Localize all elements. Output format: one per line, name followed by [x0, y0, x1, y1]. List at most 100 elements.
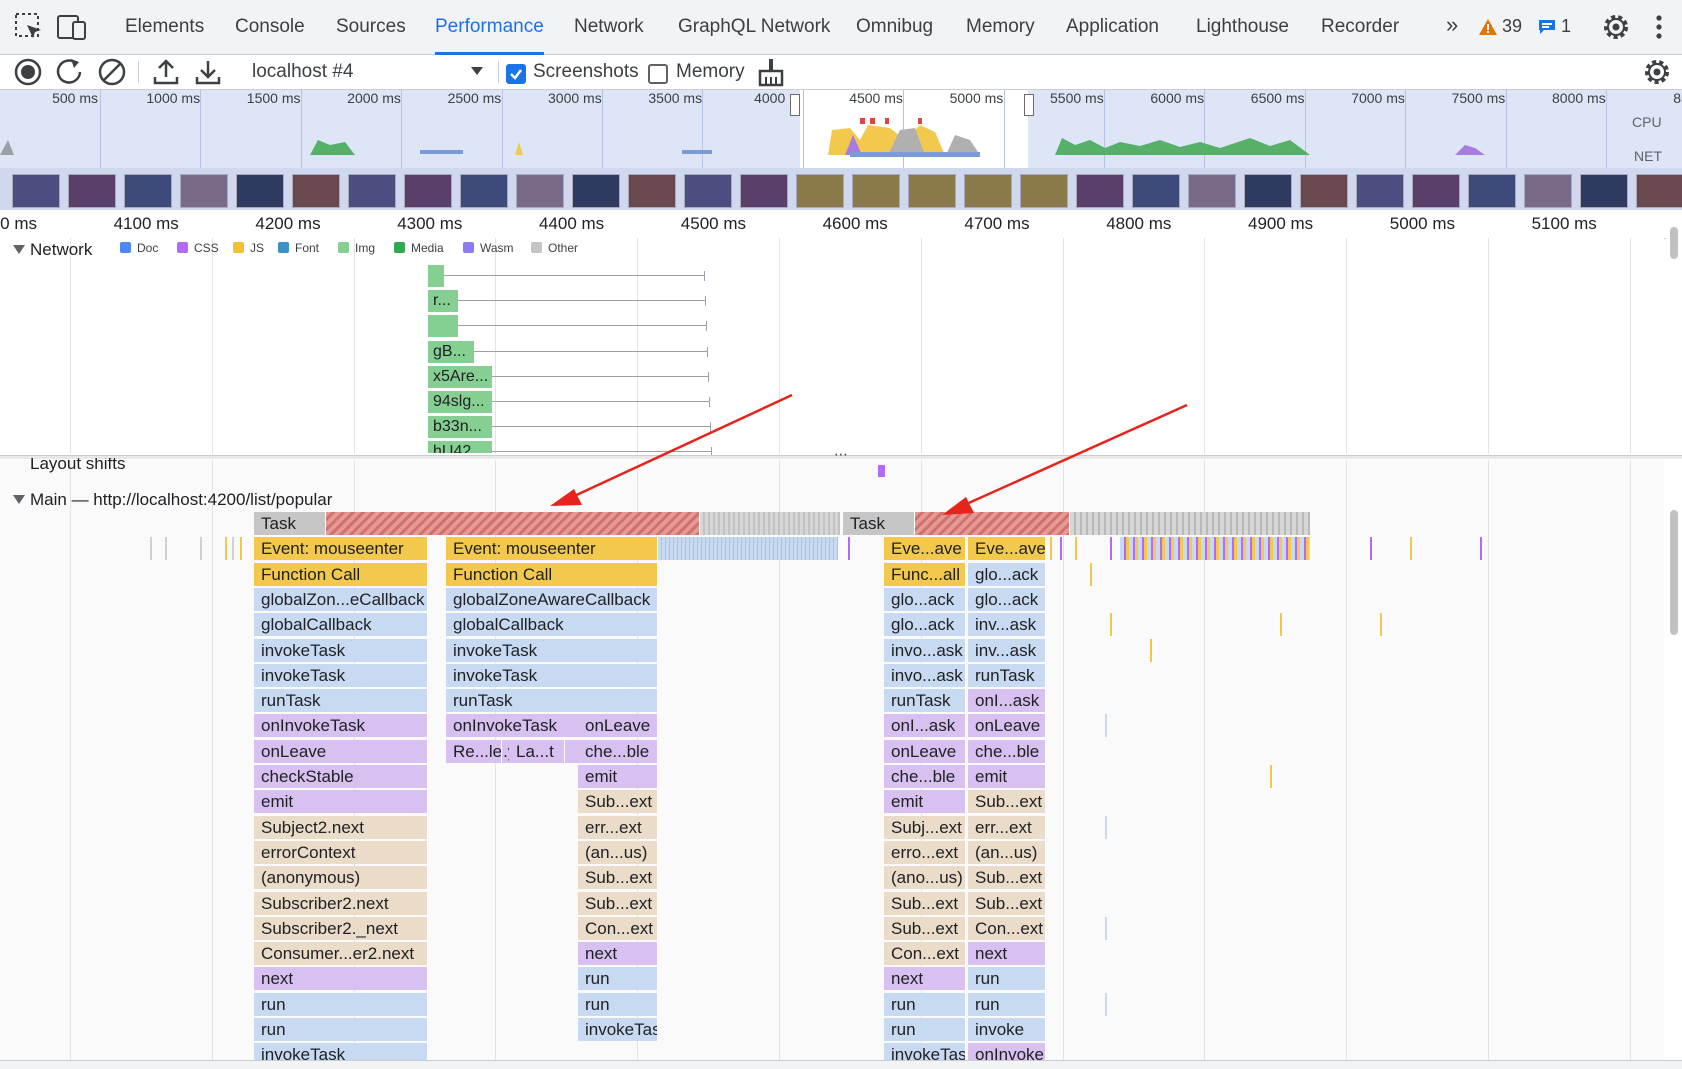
screenshot-thumbnail[interactable]	[684, 174, 732, 208]
flame-entry[interactable]: run	[968, 992, 1046, 1016]
warning-icon[interactable]	[1478, 18, 1498, 36]
scrollbar-thumb[interactable]	[1670, 510, 1678, 635]
flame-entry[interactable]: Function Call	[446, 562, 658, 586]
flame-entry[interactable]: run	[884, 1018, 966, 1041]
screenshot-thumbnail[interactable]	[1636, 174, 1682, 208]
flame-entry[interactable]: emit	[254, 790, 428, 814]
flame-entry[interactable]: glo...ack	[968, 562, 1046, 586]
timeline-overview[interactable]: 500 ms 1000 ms 1500 ms 2000 ms 2500 ms 3000 m…	[0, 90, 1682, 210]
flame-entry[interactable]: onI...ask	[884, 714, 966, 738]
flame-sliver[interactable]	[1105, 916, 1107, 940]
flame-entry[interactable]: Sub...ext	[968, 866, 1046, 890]
legend-img[interactable]: Img	[338, 241, 375, 255]
long-task-overlay[interactable]	[915, 512, 1070, 535]
flame-sliver[interactable]	[232, 537, 234, 561]
tab-lighthouse[interactable]: Lighthouse	[1196, 0, 1289, 52]
flame-entry[interactable]: emit	[968, 765, 1046, 788]
flame-entry[interactable]: Sub...ext	[578, 891, 658, 915]
network-track-title[interactable]: Network	[30, 240, 92, 260]
capture-settings-gear-icon[interactable]	[1642, 57, 1672, 87]
flame-sliver[interactable]	[1480, 537, 1482, 561]
flame-sliver[interactable]	[1075, 537, 1077, 561]
screenshot-thumbnail[interactable]	[1524, 174, 1572, 208]
flame-entry[interactable]: (an...us)	[578, 840, 658, 864]
flame-entry[interactable]: Sub...ext	[968, 891, 1046, 915]
screenshot-thumbnail[interactable]	[1076, 174, 1124, 208]
flame-entry[interactable]: inv...ask	[968, 613, 1046, 637]
screenshot-thumbnail[interactable]	[1412, 174, 1460, 208]
flame-entry[interactable]: Subj...ext	[884, 815, 966, 839]
flame-entry[interactable]: invo...ask	[884, 638, 966, 662]
flame-sliver[interactable]	[165, 537, 167, 561]
flame-entry[interactable]: Eve...ave	[884, 537, 966, 561]
flame-entry[interactable]: glo...ack	[884, 613, 966, 637]
legend-other[interactable]: Other	[531, 241, 578, 255]
network-request-bar[interactable]: gB...	[428, 340, 474, 363]
inspect-element-icon[interactable]	[14, 12, 44, 42]
flame-entry[interactable]: run	[968, 967, 1046, 991]
screenshots-label[interactable]: Screenshots	[533, 61, 639, 83]
settings-gear-icon[interactable]	[1601, 12, 1631, 42]
flame-entry[interactable]: onLeave	[968, 714, 1046, 738]
memory-label[interactable]: Memory	[676, 61, 745, 83]
network-request-bar[interactable]	[428, 265, 444, 287]
tab-elements[interactable]: Elements	[125, 0, 204, 52]
flame-entry[interactable]: run	[254, 992, 428, 1016]
flame-entry[interactable]: invoke	[968, 1018, 1046, 1041]
memory-checkbox[interactable]	[648, 64, 668, 84]
flame-entry[interactable]: invokeTask	[254, 663, 428, 687]
flame-sliver[interactable]	[240, 537, 242, 561]
flame-entry[interactable]: globalCallback	[446, 613, 658, 637]
network-request-bar[interactable]: b33n...	[428, 416, 492, 439]
flame-entry[interactable]: (ano...us)	[884, 866, 966, 890]
tab-recorder[interactable]: Recorder	[1321, 0, 1399, 52]
expand-triangle-icon[interactable]	[12, 493, 26, 505]
network-request-bar[interactable]: r...	[428, 290, 458, 313]
screenshot-filmstrip[interactable]	[0, 168, 1682, 210]
screenshots-checkbox[interactable]	[506, 64, 526, 84]
flame-entry[interactable]: (anonymous)	[254, 866, 428, 890]
reload-record-icon[interactable]	[54, 57, 86, 87]
device-toolbar-icon[interactable]	[56, 12, 88, 42]
legend-font[interactable]: Font	[278, 241, 319, 255]
flame-entry[interactable]: Subject2.next	[254, 815, 428, 839]
messages-count[interactable]: 1	[1561, 16, 1571, 37]
overview-right-handle[interactable]	[1024, 94, 1034, 116]
tab-performance[interactable]: Performance	[435, 0, 544, 55]
flame-entry[interactable]: che...ble	[968, 739, 1046, 763]
network-scrollbar[interactable]	[1666, 215, 1682, 455]
flame-sliver[interactable]	[1090, 562, 1092, 586]
screenshot-thumbnail[interactable]	[516, 174, 564, 208]
flame-entry[interactable]: glo...ack	[884, 587, 966, 611]
screenshot-thumbnail[interactable]	[292, 174, 340, 208]
flame-entry[interactable]: Subscriber2.next	[254, 891, 428, 915]
scrollbar-thumb[interactable]	[1670, 227, 1678, 259]
screenshot-thumbnail[interactable]	[348, 174, 396, 208]
flame-entry[interactable]: runTask	[446, 689, 658, 713]
network-request-bar[interactable]: x5Are...	[428, 365, 492, 388]
flame-entry[interactable]: run	[884, 992, 966, 1016]
flame-entry[interactable]: Eve...ave	[968, 537, 1046, 561]
flame-entry[interactable]: globalZon...eCallback	[254, 587, 428, 611]
flame-entry[interactable]: globalCallback	[254, 613, 428, 637]
screenshot-thumbnail[interactable]	[1020, 174, 1068, 208]
flame-entry[interactable]: onLeave	[254, 739, 428, 763]
tab-sources[interactable]: Sources	[336, 0, 406, 52]
legend-doc[interactable]: Doc	[120, 241, 158, 255]
flame-sliver[interactable]	[225, 537, 227, 561]
flame-entry[interactable]: Sub...ext	[578, 866, 658, 890]
flame-entry[interactable]: Function Call	[254, 562, 428, 586]
download-profile-icon[interactable]	[194, 57, 222, 87]
clear-icon[interactable]	[96, 57, 128, 87]
flame-entry[interactable]: Sub...ext	[968, 790, 1046, 814]
flame-entry[interactable]: next	[884, 967, 966, 991]
legend-js[interactable]: JS	[233, 241, 264, 255]
flame-entry[interactable]: onLeave	[884, 739, 966, 763]
layout-shift-marker[interactable]	[878, 465, 885, 477]
flame-entry[interactable]: che...ble	[578, 739, 658, 763]
tab-omnibug[interactable]: Omnibug	[856, 0, 933, 52]
flame-entry[interactable]: Consumer...er2.next	[254, 942, 428, 966]
flame-sliver[interactable]	[1105, 815, 1107, 839]
flame-sliver[interactable]	[1060, 537, 1062, 561]
flame-entry[interactable]: Subscriber2._next	[254, 916, 428, 940]
